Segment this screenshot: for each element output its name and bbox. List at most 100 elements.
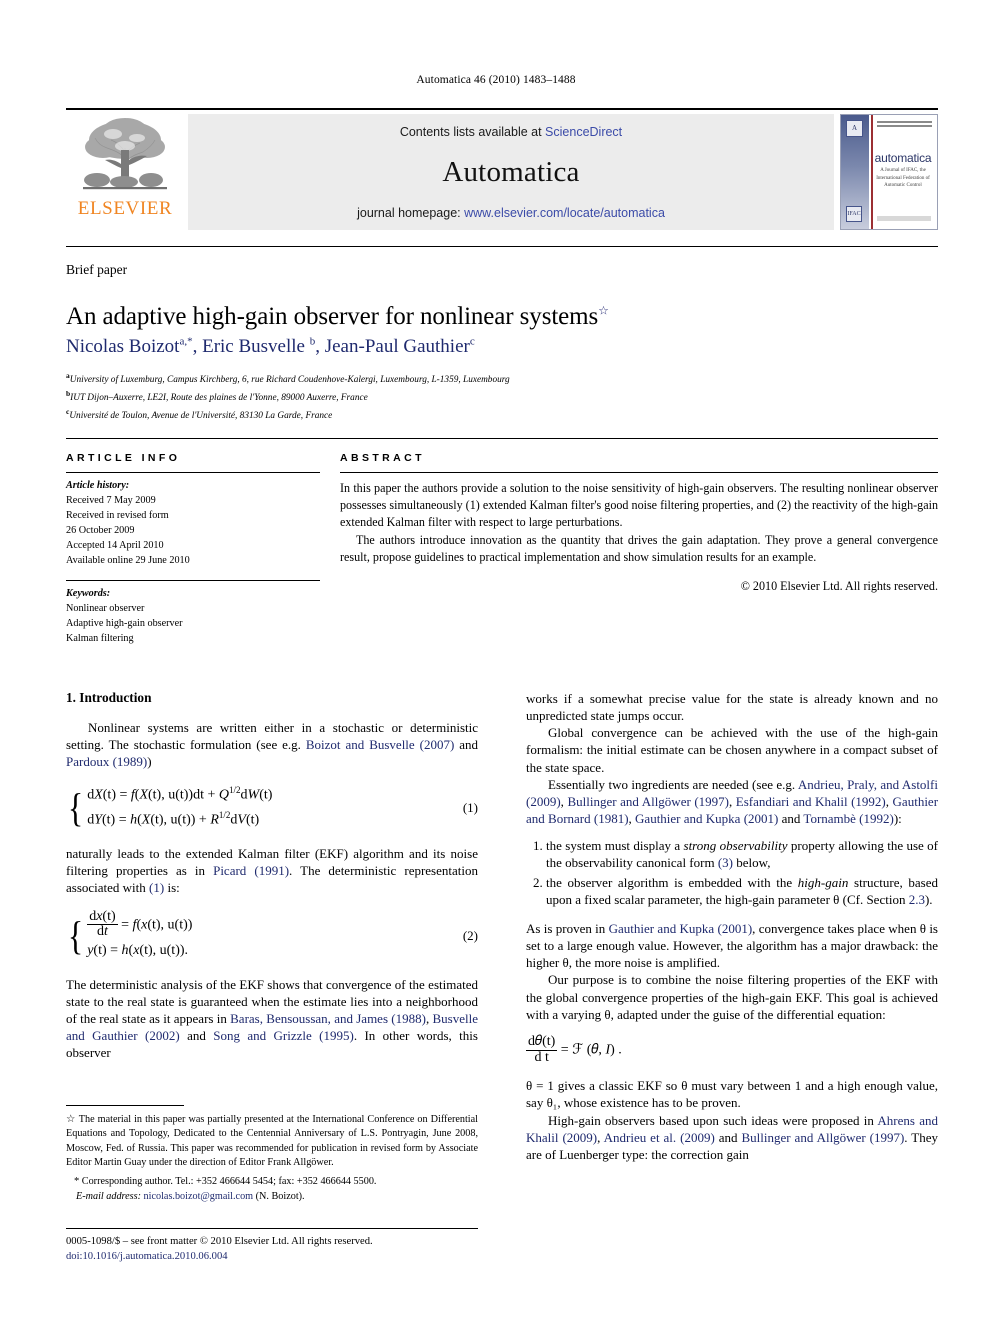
citation-link[interactable]: Andrieu et al. (2009) <box>604 1130 715 1145</box>
paragraph-highgain-observers: High-gain observers based upon such idea… <box>526 1112 938 1163</box>
footnote-rule <box>66 1105 184 1106</box>
paragraph-text: and <box>714 1129 742 1145</box>
equation-theta-dynamics: d𝜃(t) d t = ℱ (𝜃, I) . <box>526 1033 938 1065</box>
title-block-bottom-rule <box>66 438 938 439</box>
keywords-block: Keywords: Nonlinear observer Adaptive hi… <box>66 581 320 646</box>
citation-link[interactable]: Song and Grizzle (1995) <box>213 1028 354 1043</box>
doi-link[interactable]: doi:10.1016/j.automatica.2010.06.004 <box>66 1249 526 1264</box>
equation-ref-link[interactable]: (1) <box>149 880 164 895</box>
front-matter-line: 0005-1098/$ – see front matter © 2010 El… <box>66 1236 373 1247</box>
affiliation-item: bIUT Dijon–Auxerre, LE2I, Route des plai… <box>66 388 926 406</box>
homepage-prefix-text: journal homepage: <box>357 206 465 220</box>
paragraph-text: ): <box>893 811 902 827</box>
paragraph-text: and <box>179 1028 214 1044</box>
equation-1-line-1: dX(t) = f(X(t), u(t))dt + Q1/2dW(t) <box>87 785 273 804</box>
affiliation-text: Université de Toulon, Avenue de l'Univer… <box>69 411 333 422</box>
masthead-center-band: Contents lists available at ScienceDirec… <box>188 114 834 230</box>
footnote-star-marker: ☆ <box>66 1114 76 1125</box>
email-label: E-mail address: <box>76 1190 141 1202</box>
paragraph-deterministic-analysis: The deterministic analysis of the EKF sh… <box>66 976 478 1062</box>
journal-masthead: ELSEVIER Contents lists available at Sci… <box>66 108 938 234</box>
sciencedirect-link[interactable]: ScienceDirect <box>545 125 622 139</box>
journal-homepage-link[interactable]: www.elsevier.com/locate/automatica <box>464 206 665 220</box>
cover-header-lines <box>877 121 932 127</box>
journal-homepage-line: journal homepage: www.elsevier.com/locat… <box>357 206 665 220</box>
paragraph-text: is: <box>164 880 180 896</box>
section-heading-introduction: 1. Introduction <box>66 690 152 705</box>
citation-link[interactable]: Boizot and Busvelle (2007) <box>306 737 454 752</box>
paragraph-text: High-gain observers based upon such idea… <box>548 1112 878 1128</box>
paragraph-global-convergence: Global convergence can be achieved with … <box>526 725 938 775</box>
email-suffix: (N. Boizot). <box>255 1190 305 1202</box>
equation-theta-rhs: = ℱ (𝜃, I) . <box>560 1042 622 1058</box>
citation-link[interactable]: Bullinger and Allgöwer (1997) <box>741 1130 904 1145</box>
list-item-text: below, <box>733 855 771 871</box>
abstract-paragraph: The authors introduce innovation as the … <box>340 532 938 564</box>
citation-link[interactable]: Pardoux (1989) <box>66 754 147 769</box>
equation-2-body: dx(t) dt = f(x(t), u(t)) y(t) = h(x(t), u… <box>87 908 193 963</box>
history-item: Received in revised form <box>66 510 169 522</box>
list-item-text: the system must display a <box>546 838 684 854</box>
elsevier-logo: ELSEVIER <box>66 110 184 234</box>
footnote-star-text: The material in this paper was partially… <box>66 1114 478 1168</box>
abstract-column: ABSTRACT In this paper the authors provi… <box>338 452 938 646</box>
article-type-label: Brief paper <box>66 262 128 277</box>
list-item-emphasis: high-gain <box>797 874 849 890</box>
abstract-copyright: © 2010 Elsevier Ltd. All rights reserved… <box>740 578 938 593</box>
front-matter-rule <box>66 1228 478 1229</box>
contents-list-line: Contents lists available at ScienceDirec… <box>400 125 622 139</box>
affiliation-item: aUniversity of Luxemburg, Campus Kirchbe… <box>66 370 926 388</box>
paragraph-ekf-deterministic: naturally leads to the extended Kalman f… <box>66 845 478 896</box>
info-abstract-section: ARTICLE INFO Article history: Received 7… <box>66 452 938 646</box>
article-info-heading: ARTICLE INFO <box>66 452 181 464</box>
footnote-corresponding-author: * Corresponding author. Tel.: +352 46664… <box>66 1175 478 1204</box>
paragraph-stochastic-setting: Nonlinear systems are written either in … <box>66 719 478 770</box>
article-info-column: ARTICLE INFO Article history: Received 7… <box>66 452 338 646</box>
history-item: 26 October 2009 <box>66 525 135 537</box>
elsevier-wordmark: ELSEVIER <box>77 198 173 219</box>
citation-link[interactable]: Tornambè (1992) <box>803 811 893 826</box>
abstract-paragraph: In this paper the authors provide a solu… <box>340 481 938 530</box>
abstract-body: In this paper the authors provide a solu… <box>340 473 938 595</box>
paragraph-text: ) <box>147 754 152 770</box>
abstract-heading: ABSTRACT <box>340 452 425 464</box>
title-footnote-marker: ☆ <box>598 303 609 318</box>
citation-link[interactable]: Esfandiari and Khalil (1992) <box>736 794 886 809</box>
keywords-label: Keywords: <box>66 587 111 599</box>
article-history-label: Article history: <box>66 480 130 491</box>
equation-2-number: (2) <box>462 928 478 944</box>
history-item: Accepted 14 April 2010 <box>66 540 164 552</box>
cover-journal-title: automatica <box>874 151 932 165</box>
citation-link[interactable]: Picard (1991) <box>213 863 289 878</box>
citation-link[interactable]: Gauthier and Kupka (2001) <box>609 921 753 936</box>
citation-link[interactable]: Baras, Bensoussan, and James (1988) <box>230 1011 426 1026</box>
footnote-asterisk-marker: * <box>74 1175 80 1187</box>
list-item: the observer algorithm is embedded with … <box>546 874 938 908</box>
email-link[interactable]: nicolas.boizot@gmail.com <box>144 1191 254 1202</box>
equation-brace: { <box>67 913 84 959</box>
affiliation-item: cUniversité de Toulon, Avenue de l'Unive… <box>66 406 926 424</box>
paragraph-text: and <box>778 811 804 827</box>
equation-theta-fraction: d𝜃(t) d t <box>526 1033 558 1065</box>
author-list: Nicolas Boizota,*, Eric Busvelle b, Jean… <box>66 336 926 358</box>
list-item-text: the observer algorithm is embedded with … <box>546 874 798 890</box>
paper-title-text: An adaptive high-gain observer for nonli… <box>66 302 599 330</box>
footnote-star: ☆ The material in this paper was partial… <box>66 1113 478 1170</box>
paragraph-convergence-proof: As is proven in Gauthier and Kupka (2001… <box>526 920 938 971</box>
equation-2-line-1: dx(t) dt = f(x(t), u(t)) <box>87 908 193 940</box>
cover-journal-subtitle: A Journal of IFAC, the International Fed… <box>876 168 930 188</box>
affiliation-list: aUniversity of Luxemburg, Campus Kirchbe… <box>66 370 926 424</box>
paragraph-text: Essentially two ingredients are needed (… <box>548 776 798 792</box>
paragraph-two-ingredients: Essentially two ingredients are needed (… <box>526 776 938 827</box>
section-ref-link[interactable]: 2.3 <box>909 892 925 907</box>
equation-1-body: dX(t) = f(X(t), u(t))dt + Q1/2dW(t) dY(t… <box>87 783 272 832</box>
paragraph-theta-range: θ = 1 gives a classic EKF so θ must vary… <box>526 1078 938 1111</box>
equation-ref-link[interactable]: (3) <box>718 855 733 870</box>
citation-link[interactable]: Gauthier and Kupka (2001) <box>635 811 778 826</box>
citation-link[interactable]: Bullinger and Allgöwer (1997) <box>567 794 729 809</box>
author-names: Nicolas Boizota,*, Eric Busvelle b, Jean… <box>66 336 475 358</box>
article-history-block: Article history: Received 7 May 2009 Rec… <box>66 473 320 569</box>
running-head: Automatica 46 (2010) 1483–1488 <box>416 74 576 86</box>
keyword-item: Adaptive high-gain observer <box>66 617 183 629</box>
equation-1-line-2: dY(t) = h(X(t), u(t)) + R1/2dV(t) <box>87 809 260 828</box>
